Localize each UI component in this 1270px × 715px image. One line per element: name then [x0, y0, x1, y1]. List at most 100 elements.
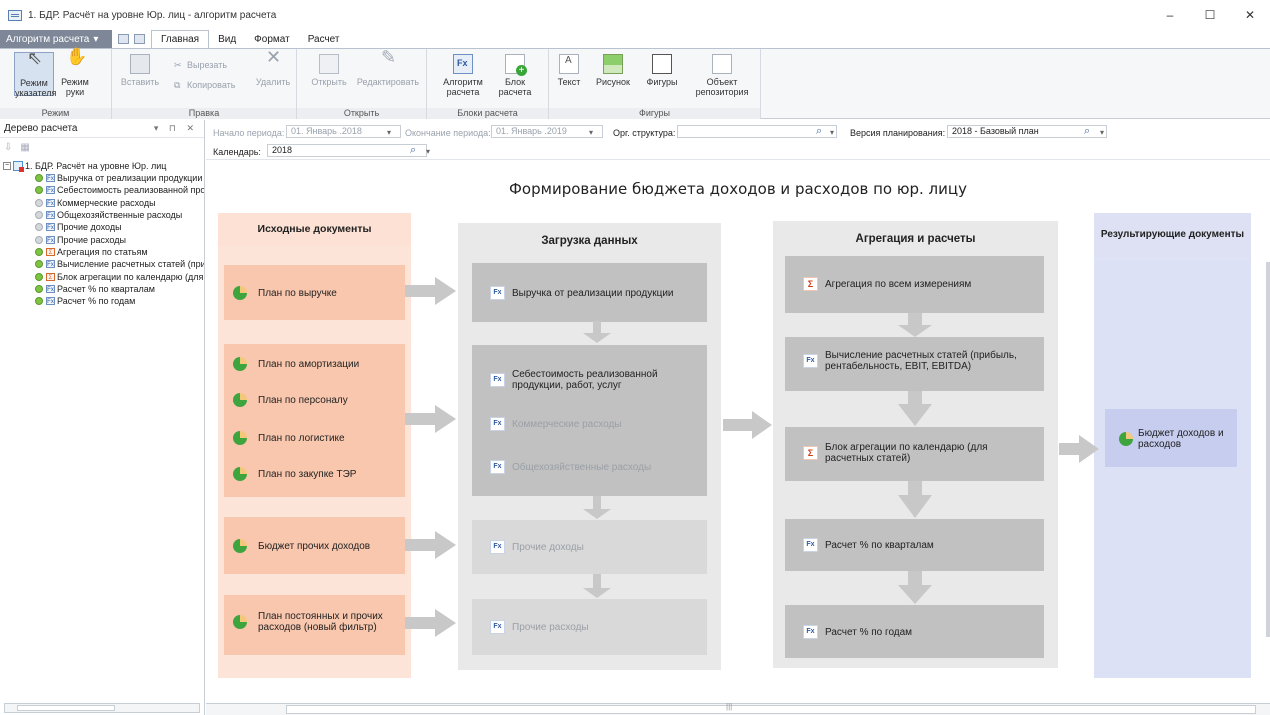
ribbon-group-edit: Вставить ✂ Вырезать ⧉ Копировать Удалить П… [112, 49, 297, 119]
picture-button[interactable]: Рисунок [595, 52, 631, 87]
hand-mode-label: Режим руки [61, 77, 89, 97]
shape-icon [652, 54, 672, 74]
tree-item-label: Себестоимость реализованной проду [57, 185, 204, 196]
status-dot-icon [35, 272, 43, 281]
tree-item-label: Блок агрегации по календарю (для р [57, 271, 204, 282]
status-dot-icon [35, 174, 43, 183]
tab-view[interactable]: Вид [209, 30, 245, 48]
search-icon[interactable]: ⌕ [816, 125, 822, 138]
tree-item-label: Расчет % по кварталам [57, 283, 155, 294]
algorithm-icon [13, 161, 24, 172]
shapes-button[interactable]: Фигуры [645, 52, 679, 87]
tree-item[interactable]: Fx Прочие расходы [0, 233, 204, 245]
status-dot-icon [35, 284, 43, 293]
open-button[interactable]: Открыть [311, 52, 347, 87]
print-icon[interactable] [134, 34, 145, 44]
maximize-button[interactable]: ☐ [1190, 0, 1230, 30]
panel-pin-icons[interactable]: ▾ ⊓ ✕ [154, 123, 198, 134]
tree-root-node[interactable]: − 1. БДР. Расчёт на уровне Юр. лиц [0, 160, 204, 172]
block-label: Блок расчета [498, 77, 532, 97]
ribbon-tabs: Алгоритм расчета ▾ Главная Вид Формат Ра… [0, 30, 1270, 48]
pencil-icon [378, 52, 398, 74]
app-icon [8, 9, 22, 21]
edit-button[interactable]: Редактировать [353, 52, 423, 87]
tab-format[interactable]: Формат [245, 30, 299, 48]
tree-item[interactable]: Fx Расчет % по годам [0, 295, 204, 307]
fx-icon: Fx [46, 260, 55, 269]
calendar-field[interactable]: 2018 [267, 144, 427, 157]
app-menu-button[interactable]: Алгоритм расчета ▾ [0, 30, 112, 48]
chevron-down-icon[interactable]: ▾ [426, 147, 430, 156]
fx-icon: Fx [46, 174, 55, 183]
copy-button[interactable]: ⧉ Копировать [174, 80, 235, 91]
close-button[interactable]: ✕ [1230, 0, 1270, 30]
chevron-down-icon[interactable]: ▾ [830, 128, 834, 137]
fx-icon: Fx [46, 211, 55, 220]
tree-item[interactable]: Fx Общехозяйственные расходы [0, 209, 204, 221]
arrow-right [405, 531, 456, 559]
tree-item[interactable]: Fx Прочие доходы [0, 221, 204, 233]
arrow-right [405, 405, 456, 433]
chevron-down-icon[interactable]: ▾ [1100, 128, 1104, 137]
chevron-down-icon[interactable]: ▾ [387, 128, 391, 137]
tree-item[interactable]: Fx Выручка от реализации продукции [0, 172, 204, 184]
pointer-mode-button[interactable]: Режим указателя [14, 52, 56, 98]
period-end-field[interactable]: 01. Январь .2019 [491, 125, 603, 138]
fx-icon: Fx [46, 235, 55, 244]
search-icon[interactable]: ⌕ [1084, 125, 1090, 138]
picture-label: Рисунок [596, 77, 630, 87]
block-button[interactable]: Блок расчета [493, 52, 537, 97]
fx-icon [453, 54, 473, 74]
ribbon: Режим указателя Режим руки Режим Вставит… [0, 48, 1270, 119]
scroll-thumb[interactable] [286, 705, 1256, 714]
delete-icon [263, 52, 283, 74]
tree-item[interactable]: Fx Коммерческие расходы [0, 197, 204, 209]
algorithm-button[interactable]: Алгоритм расчета [441, 52, 485, 97]
plan-version-field[interactable]: 2018 - Базовый план [947, 125, 1107, 138]
tab-home[interactable]: Главная [151, 30, 210, 48]
group-label-open: Открыть [297, 108, 426, 119]
diagram-canvas[interactable]: Формирование бюджета доходов и расходов … [206, 161, 1270, 703]
tree-item-label: Выручка от реализации продукции [57, 173, 203, 184]
tree-items: Fx Выручка от реализации продукции Fx Себес… [0, 172, 204, 307]
minimize-button[interactable]: – [1150, 0, 1190, 30]
arrow-down [898, 571, 932, 604]
hand-icon [65, 52, 87, 74]
tree-item[interactable]: Fx Вычисление расчетных статей (приб [0, 258, 204, 270]
period-start-field[interactable]: 01. Январь .2018 [286, 125, 401, 138]
quick-access-toolbar [112, 30, 151, 48]
period-start-label: Начало периода: [213, 128, 285, 138]
tree-item[interactable]: Σ Агрегация по статьям [0, 246, 204, 258]
collapse-icon[interactable]: − [3, 162, 11, 170]
repository-object-button[interactable]: Объект репозитория [689, 52, 755, 97]
tree-item[interactable]: Fx Себестоимость реализованной проду [0, 184, 204, 196]
scissors-icon: ✂ [174, 60, 182, 70]
chevron-down-icon[interactable]: ▾ [589, 128, 593, 137]
search-icon[interactable]: ⌕ [410, 144, 416, 157]
grid-icon[interactable]: ▦ [20, 142, 29, 153]
tab-calculation[interactable]: Расчет [299, 30, 349, 48]
sort-icon[interactable]: ⇩ [4, 142, 12, 153]
group-label-edit: Правка [112, 108, 296, 119]
edit-label: Редактировать [356, 77, 420, 87]
delete-button[interactable]: Удалить [254, 52, 292, 87]
fx-icon: Fx [46, 284, 55, 293]
book-icon [319, 54, 339, 74]
canvas-vertical-scrollbar[interactable] [1266, 262, 1270, 637]
sigma-icon: Σ [46, 247, 55, 256]
tree-item[interactable]: Σ Блок агрегации по календарю (для р [0, 270, 204, 282]
org-structure-field[interactable] [677, 125, 837, 138]
tree-horizontal-scrollbar[interactable] [4, 703, 200, 713]
save-icon[interactable] [118, 34, 129, 44]
cut-button[interactable]: ✂ Вырезать [174, 60, 227, 71]
paste-button[interactable]: Вставить [120, 52, 160, 87]
tree-item-label: Прочие доходы [57, 222, 122, 233]
hand-mode-button[interactable]: Режим руки [58, 52, 92, 97]
scroll-thumb[interactable] [17, 705, 115, 711]
text-button[interactable]: Текст [555, 52, 583, 87]
status-dot-icon [35, 235, 43, 244]
canvas-horizontal-scrollbar[interactable]: ||| [206, 702, 1270, 715]
shapes-label: Фигуры [646, 77, 678, 87]
tree-item[interactable]: Fx Расчет % по кварталам [0, 283, 204, 295]
arrow-right [723, 411, 772, 439]
